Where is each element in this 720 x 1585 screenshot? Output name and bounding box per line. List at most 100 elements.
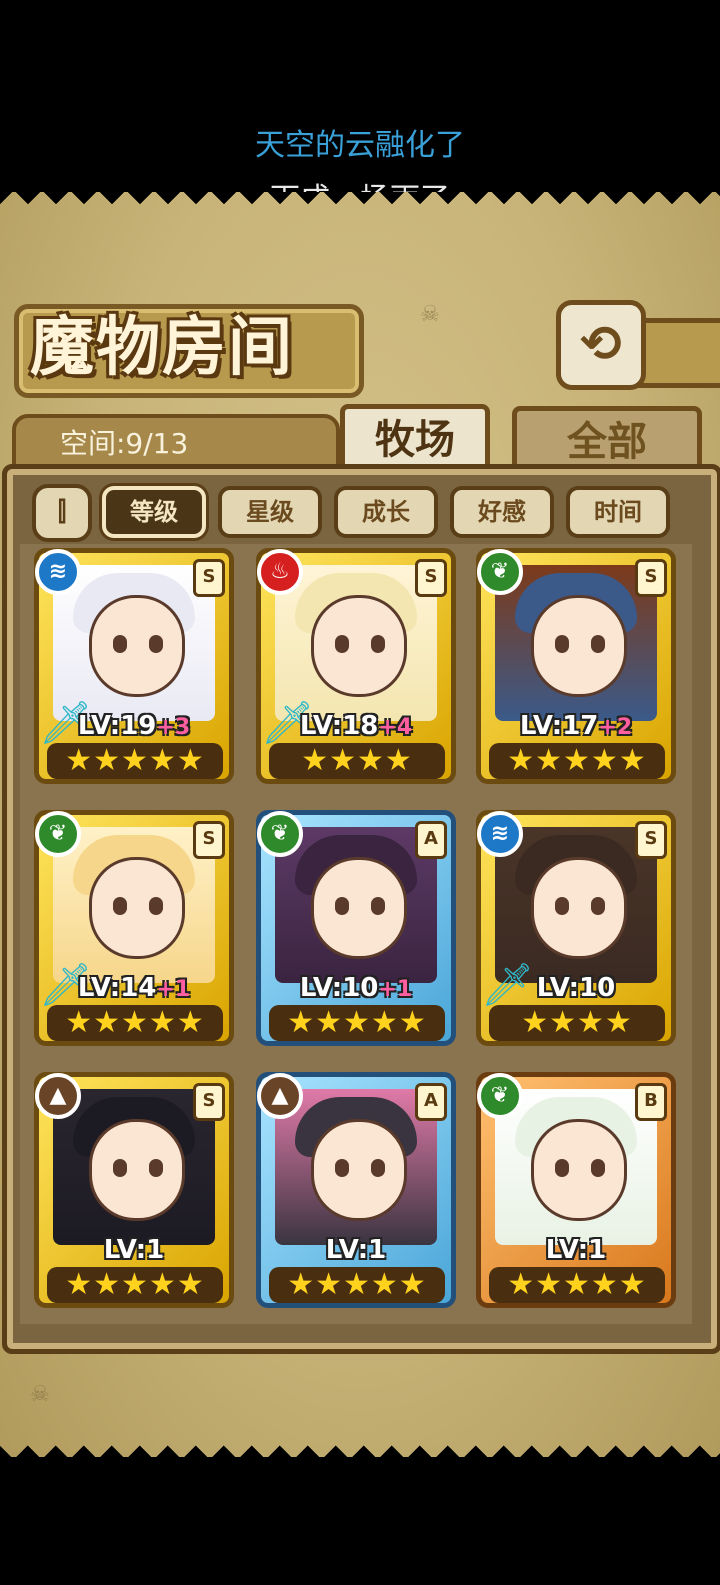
monster-card[interactable]: ≋ S 🗡 LV:19+3 ★★★★★ <box>34 548 234 784</box>
monster-portrait <box>275 827 437 983</box>
level-text: LV:1 <box>325 1235 387 1265</box>
portrait-eye <box>555 635 569 653</box>
star-rating: ★★★★★ <box>47 1267 223 1303</box>
bottom-border <box>0 1436 720 1458</box>
rank-badge: S <box>635 821 667 859</box>
monster-card[interactable]: ▲ S LV:1 ★★★★★ <box>34 1072 234 1308</box>
portrait-eye <box>591 897 605 915</box>
level-plus: +1 <box>378 977 413 1002</box>
portrait-eye <box>555 1159 569 1177</box>
monster-card[interactable]: ♨ S 🗡 LV:18+4 ★★★★ <box>256 548 456 784</box>
monster-card[interactable]: ❦ B LV:1 ★★★★★ <box>476 1072 676 1308</box>
monster-card[interactable]: ▲ A LV:1 ★★★★★ <box>256 1072 456 1308</box>
portrait-eye <box>149 1159 163 1177</box>
monster-level: LV:14+1 <box>39 973 229 1003</box>
grass-element-icon: ❦ <box>35 811 81 857</box>
portrait-face <box>531 857 627 959</box>
monster-card[interactable]: ❦ A LV:10+1 ★★★★★ <box>256 810 456 1046</box>
level-text: LV:14 <box>77 973 157 1003</box>
level-text: LV:1 <box>545 1235 607 1265</box>
portrait-face <box>311 595 407 697</box>
monster-portrait <box>495 565 657 721</box>
sort-chip-affection[interactable]: 好感 <box>450 486 554 538</box>
map-skull-icon: ☠ <box>30 1382 50 1407</box>
level-plus: +4 <box>378 715 413 740</box>
rank-badge: A <box>415 821 447 859</box>
page-title: 魔物房间 <box>30 310 294 385</box>
rank-badge: S <box>193 559 225 597</box>
sort-chip-time[interactable]: 时间 <box>566 486 670 538</box>
star-rating: ★★★★★ <box>47 1005 223 1041</box>
portrait-eye <box>591 635 605 653</box>
sort-chip-level[interactable]: 等级 <box>102 486 206 538</box>
rank-badge: S <box>635 559 667 597</box>
level-text: LV:17 <box>519 711 599 741</box>
portrait-eye <box>371 897 385 915</box>
monster-portrait <box>495 1089 657 1245</box>
portrait-eye <box>335 897 349 915</box>
level-plus: +1 <box>156 977 191 1002</box>
sort-order-icon: ⫿ <box>57 497 67 527</box>
portrait-eye <box>113 897 127 915</box>
portrait-eye <box>371 1159 385 1177</box>
back-button[interactable]: ⟲ <box>556 300 646 390</box>
portrait-face <box>89 595 185 697</box>
star-rating: ★★★★★ <box>269 1267 445 1303</box>
water-element-icon: ≋ <box>35 549 81 595</box>
lyric-line-1: 天空的云融化了 <box>255 128 465 163</box>
grass-element-icon: ❦ <box>477 1073 523 1119</box>
monster-level: LV:10+1 <box>261 973 451 1003</box>
portrait-eye <box>591 1159 605 1177</box>
portrait-face <box>89 1119 185 1221</box>
star-rating: ★★★★★ <box>489 1267 665 1303</box>
portrait-face <box>311 857 407 959</box>
portrait-eye <box>149 897 163 915</box>
rank-badge: B <box>635 1083 667 1121</box>
map-skull-icon: ☠ <box>420 302 440 327</box>
sort-chip-stars[interactable]: 星级 <box>218 486 322 538</box>
portrait-face <box>531 1119 627 1221</box>
level-text: LV:10 <box>299 973 379 1003</box>
level-text: LV:1 <box>103 1235 165 1265</box>
monster-level: LV:17+2 <box>481 711 671 741</box>
monster-level: LV:1 <box>39 1235 229 1265</box>
portrait-eye <box>335 635 349 653</box>
monster-level: LV:10 <box>481 973 671 1003</box>
monster-level: LV:19+3 <box>39 711 229 741</box>
portrait-eye <box>371 635 385 653</box>
star-rating: ★★★★ <box>489 1005 665 1041</box>
monster-level: LV:1 <box>261 1235 451 1265</box>
portrait-face <box>311 1119 407 1221</box>
portrait-eye <box>555 897 569 915</box>
monster-room-screen: ☠ ☠ 魔物房间 ⟲ 空间:9/13 全部 牧场 ⫿ 等级 星级 成长 好感 时… <box>0 192 720 1458</box>
fire-element-icon: ♨ <box>257 549 303 595</box>
sort-chip-growth[interactable]: 成长 <box>334 486 438 538</box>
back-arrow-icon: ⟲ <box>580 315 622 373</box>
earth-element-icon: ▲ <box>257 1073 303 1119</box>
level-plus: +3 <box>156 715 191 740</box>
water-element-icon: ≋ <box>477 811 523 857</box>
space-capacity: 空间:9/13 <box>60 427 189 460</box>
portrait-face <box>531 595 627 697</box>
rank-badge: S <box>415 559 447 597</box>
portrait-eye <box>113 1159 127 1177</box>
grass-element-icon: ❦ <box>477 549 523 595</box>
portrait-face <box>89 857 185 959</box>
portrait-eye <box>149 635 163 653</box>
star-rating: ★★★★★ <box>489 743 665 779</box>
monster-card[interactable]: ❦ S 🗡 LV:14+1 ★★★★★ <box>34 810 234 1046</box>
level-text: LV:18 <box>299 711 379 741</box>
level-plus: +2 <box>598 715 633 740</box>
star-rating: ★★★★★ <box>269 1005 445 1041</box>
monster-portrait <box>275 1089 437 1245</box>
earth-element-icon: ▲ <box>35 1073 81 1119</box>
rank-badge: S <box>193 1083 225 1121</box>
sort-order-toggle[interactable]: ⫿ <box>32 484 92 542</box>
star-rating: ★★★★★ <box>47 743 223 779</box>
star-rating: ★★★★ <box>269 743 445 779</box>
monster-card[interactable]: ❦ S LV:17+2 ★★★★★ <box>476 548 676 784</box>
rank-badge: S <box>193 821 225 859</box>
monster-card[interactable]: ≋ S 🗡 LV:10 ★★★★ <box>476 810 676 1046</box>
rank-badge: A <box>415 1083 447 1121</box>
top-border <box>0 192 720 214</box>
